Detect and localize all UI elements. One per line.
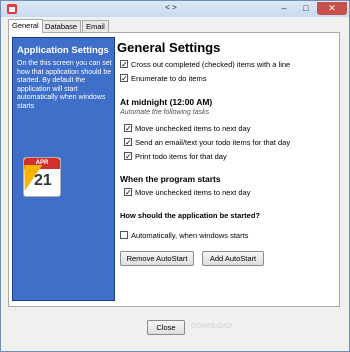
- tab-general[interactable]: General: [8, 19, 43, 33]
- midnight-section-subtitle: Automate the following tasks: [120, 109, 210, 116]
- calendar-lightning-icon: APR 21: [15, 153, 63, 198]
- sidebar-title: Application Settings: [17, 45, 109, 56]
- tab-database[interactable]: Database: [41, 20, 82, 32]
- sidebar-info: Application Settings On the this screen …: [12, 37, 115, 301]
- midnight-section-title: At midnight (12:00 AM): [120, 97, 213, 107]
- checkbox-label: Automatically, when windows starts: [131, 231, 249, 240]
- checkbox-auto-start[interactable]: [120, 231, 128, 239]
- checkbox-midnight-print[interactable]: ✓: [124, 152, 132, 161]
- program-starts-title: When the program starts: [120, 174, 221, 184]
- checkbox-enumerate[interactable]: ✓: [120, 74, 128, 83]
- minimize-button[interactable]: –: [273, 2, 295, 15]
- page-title: General Settings: [117, 40, 221, 55]
- title-bar[interactable]: < > – □ ✕: [1, 1, 349, 17]
- checkbox-cross-out[interactable]: ✓: [120, 60, 128, 69]
- add-autostart-button[interactable]: Add AutoStart: [202, 251, 264, 266]
- maximize-button[interactable]: □: [295, 2, 317, 15]
- checkbox-label: Print todo items for that day: [135, 152, 227, 161]
- sidebar-description: On the this screen you can set how that …: [17, 60, 112, 110]
- close-button[interactable]: Close: [147, 320, 185, 335]
- window-title: < >: [165, 3, 177, 12]
- app-calendar-icon: [7, 4, 17, 14]
- checkbox-label: Enumerate to do items: [131, 74, 207, 83]
- window-close-button[interactable]: ✕: [317, 2, 347, 15]
- checkbox-label: Move unchecked items to next day: [135, 188, 251, 197]
- checkbox-midnight-send[interactable]: ✓: [124, 138, 132, 147]
- tab-email-sms[interactable]: Email & SMS: [82, 20, 109, 55]
- startup-question: How should the application be started?: [120, 211, 261, 220]
- checkbox-label: Cross out completed (checked) items with…: [131, 60, 291, 69]
- checkbox-label: Send an email/text your todo items for t…: [135, 138, 291, 147]
- checkbox-label: Move unchecked items to next day: [135, 124, 251, 133]
- watermark: DOWNLOAD: [191, 323, 233, 330]
- settings-window: < > – □ ✕ General Database Email & SMS A…: [0, 0, 350, 352]
- remove-autostart-button[interactable]: Remove AutoStart: [120, 251, 194, 266]
- checkbox-start-move[interactable]: ✓: [124, 188, 132, 197]
- checkbox-midnight-move[interactable]: ✓: [124, 124, 132, 133]
- general-panel: Application Settings On the this screen …: [8, 32, 340, 307]
